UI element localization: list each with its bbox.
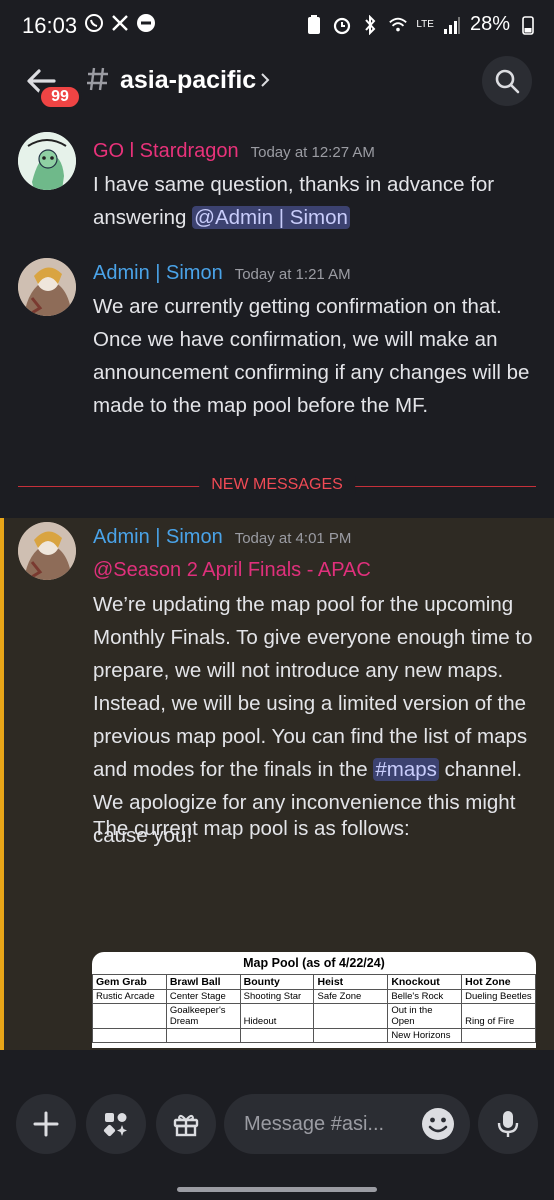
voice-message-button[interactable] [478,1094,538,1154]
table-cell [313,1003,389,1029]
battery-saver-icon [304,14,324,35]
timestamp: Today at 1:21 AM [234,266,351,283]
map-pool-table: Gem Grab Brawl Ball Bounty Heist Knockou… [92,974,536,1043]
table-header-cell: Brawl Ball [165,974,241,990]
channel-mention[interactable]: #maps [373,758,439,781]
message-text: The current map pool is as follows: [93,817,410,840]
message-header: Admin | Simon Today at 1:21 AM [93,262,351,285]
table-cell: Center Stage [165,989,241,1004]
role-mention[interactable]: @Season 2 April Finals - APAC [93,559,371,581]
microphone-icon [497,1111,519,1137]
emoji-icon [422,1108,454,1140]
do-not-disturb-icon [136,13,156,33]
alarm-icon [332,15,352,35]
status-right: LTE 28% [304,13,538,36]
timestamp: Today at 4:01 PM [234,530,352,547]
gift-icon [173,1114,199,1137]
table-header-cell: Gem Grab [92,974,167,990]
author-name[interactable]: Admin | Simon [93,262,223,285]
table-cell: Rustic Arcade [92,989,167,1004]
message-text-content: We’re updating the map pool for the upco… [93,593,533,781]
home-indicator[interactable] [177,1187,377,1192]
role-mention-line: @Season 2 April Finals - APAC [93,556,533,584]
table-cell [92,1003,167,1029]
table-row: Goalkeeper's Dream Hideout Out in the Op… [92,1003,536,1029]
table-header-cell: Knockout [387,974,463,990]
chevron-right-icon[interactable] [260,72,270,88]
table-cell: Dueling Beetles [461,989,536,1004]
table-cell [313,1028,389,1043]
message-item[interactable]: GO l Stardragon Today at 12:27 AM I have… [0,132,554,242]
message-header: Admin | Simon Today at 4:01 PM [93,526,351,549]
avatar[interactable] [18,522,76,580]
map-pool-image[interactable]: Map Pool (as of 4/22/24) Gem Grab Brawl … [92,952,536,1048]
message-feed[interactable]: GO l Stardragon Today at 12:27 AM I have… [0,116,554,1078]
x-icon [110,13,130,33]
search-icon [495,69,520,94]
battery-icon [518,15,538,35]
network-label: LTE [416,18,434,30]
table-cell: New Horizons [387,1028,463,1043]
new-messages-divider: NEW MESSAGES [199,476,355,494]
emoji-button[interactable] [420,1106,456,1142]
unread-badge: 99 [38,84,82,110]
message-text: We are currently getting confirmation on… [93,295,530,417]
apps-button[interactable] [86,1094,146,1154]
message-header: GO l Stardragon Today at 12:27 AM [93,140,375,163]
table-cell: Ring of Fire [461,1003,536,1029]
add-attachment-button[interactable] [16,1094,76,1154]
wifi-icon [388,15,408,35]
apps-icon [103,1113,127,1137]
gift-button[interactable] [156,1094,216,1154]
table-header-cell: Heist [313,974,389,990]
author-name[interactable]: Admin | Simon [93,526,223,549]
table-cell [92,1028,167,1043]
message-text: I have same question, thanks in advance … [93,168,533,234]
message-composer: Message #asi... [0,1084,554,1200]
table-cell: Shooting Star [239,989,315,1004]
status-time: 16:03 [22,13,78,38]
table-header-cell: Bounty [239,974,315,990]
channel-header: 99 asia-pacific [0,52,554,114]
hash-icon [86,66,110,92]
timestamp: Today at 12:27 AM [250,144,375,161]
author-name[interactable]: GO l Stardragon [93,140,239,163]
table-header-row: Gem Grab Brawl Ball Bounty Heist Knockou… [92,974,536,990]
message-item[interactable]: Admin | Simon Today at 1:21 AM We are cu… [0,258,554,458]
plus-icon [33,1111,59,1137]
table-cell: Safe Zone [313,989,389,1004]
search-button[interactable] [482,56,532,106]
bluetooth-icon [360,14,380,35]
table-row: Rustic Arcade Center Stage Shooting Star… [92,989,536,1004]
user-mention[interactable]: @Admin | Simon [192,206,350,229]
table-cell: Belle's Rock [387,989,463,1004]
avatar[interactable] [18,258,76,316]
map-pool-title: Map Pool (as of 4/22/24) [243,956,385,970]
table-cell [165,1028,241,1043]
battery-percent: 28% [469,13,510,35]
avatar[interactable] [18,132,76,190]
status-bar: 16:03 LTE 28% [0,0,554,52]
whatsapp-icon [84,13,104,33]
table-row: New Horizons [92,1028,536,1043]
table-cell: Goalkeeper's Dream [165,1003,241,1029]
signal-icon [442,15,462,35]
channel-name[interactable]: asia-pacific [120,66,256,95]
table-cell: Out in the Open [387,1003,463,1029]
notification-icons [84,13,156,33]
table-header-cell: Hot Zone [461,974,536,990]
table-cell [461,1028,536,1043]
table-cell [239,1028,315,1043]
table-cell: Hideout [239,1003,315,1029]
